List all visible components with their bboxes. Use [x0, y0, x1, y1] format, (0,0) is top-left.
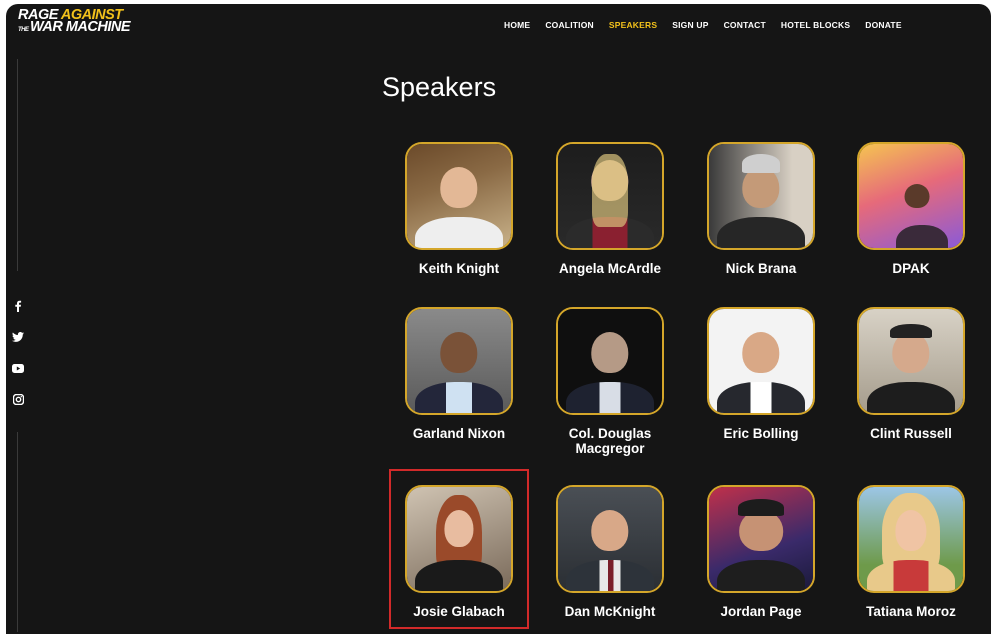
speaker-photo[interactable] [556, 307, 664, 415]
speaker-card[interactable]: Angela McArdle [556, 142, 664, 276]
selection-highlight [389, 469, 529, 629]
speaker-photo[interactable] [857, 485, 965, 593]
nav-hotel-blocks[interactable]: HOTEL BLOCKS [781, 20, 850, 30]
speaker-name: Tatiana Moroz [866, 604, 956, 619]
speaker-photo[interactable] [556, 142, 664, 250]
speaker-card[interactable]: Tatiana Moroz [857, 485, 965, 619]
speaker-name: Angela McArdle [558, 261, 662, 276]
twitter-icon[interactable] [11, 330, 25, 344]
speaker-photo[interactable] [405, 142, 513, 250]
speaker-card[interactable]: Nick Brana [707, 142, 815, 276]
youtube-icon[interactable] [11, 361, 25, 375]
speaker-photo[interactable] [707, 485, 815, 593]
speaker-card[interactable]: Jordan Page [707, 485, 815, 619]
facebook-icon[interactable] [11, 299, 25, 313]
logo-text-the: THE [18, 27, 29, 34]
nav-sign-up[interactable]: SIGN UP [672, 20, 708, 30]
speaker-photo[interactable] [857, 142, 965, 250]
speaker-card[interactable]: Eric Bolling [707, 307, 815, 441]
speaker-photo[interactable] [405, 307, 513, 415]
instagram-icon[interactable] [11, 392, 25, 406]
speaker-name: Eric Bolling [723, 426, 799, 441]
speaker-photo[interactable] [857, 307, 965, 415]
sidebar-divider-top [17, 59, 18, 271]
nav-donate[interactable]: DONATE [865, 20, 901, 30]
speaker-name: DPAK [892, 261, 930, 276]
speaker-name: Garland Nixon [412, 426, 506, 441]
speaker-name: Clint Russell [870, 426, 952, 441]
main-nav: HOME COALITION SPEAKERS SIGN UP CONTACT … [504, 20, 917, 30]
logo-text-war-machine: WAR MACHINE [30, 18, 131, 35]
speaker-photo[interactable] [707, 307, 815, 415]
nav-contact[interactable]: CONTACT [724, 20, 766, 30]
speaker-name: Col. Douglas Macgregor [568, 426, 652, 456]
speaker-card[interactable]: Dan McKnight [556, 485, 664, 619]
speaker-card[interactable]: Keith Knight [405, 142, 513, 276]
speaker-name: Keith Knight [418, 261, 500, 276]
site-logo[interactable]: RAGE AGAINST THE WAR MACHINE [18, 8, 131, 35]
nav-home[interactable]: HOME [504, 20, 530, 30]
speaker-name: Jordan Page [720, 604, 802, 619]
speaker-card[interactable]: Clint Russell [857, 307, 965, 441]
speaker-card[interactable]: Garland Nixon [405, 307, 513, 441]
speaker-card[interactable]: Col. Douglas Macgregor [556, 307, 664, 456]
speaker-name: Nick Brana [725, 261, 797, 276]
speaker-photo[interactable] [707, 142, 815, 250]
speaker-photo[interactable] [556, 485, 664, 593]
speaker-card[interactable]: DPAK [857, 142, 965, 276]
nav-coalition[interactable]: COALITION [545, 20, 594, 30]
nav-speakers[interactable]: SPEAKERS [609, 20, 657, 30]
speaker-name: Dan McKnight [564, 604, 656, 619]
browser-frame: RAGE AGAINST THE WAR MACHINE HOME COALITI… [6, 4, 991, 634]
page-title: Speakers [382, 72, 497, 102]
sidebar-divider-bottom [17, 432, 18, 632]
